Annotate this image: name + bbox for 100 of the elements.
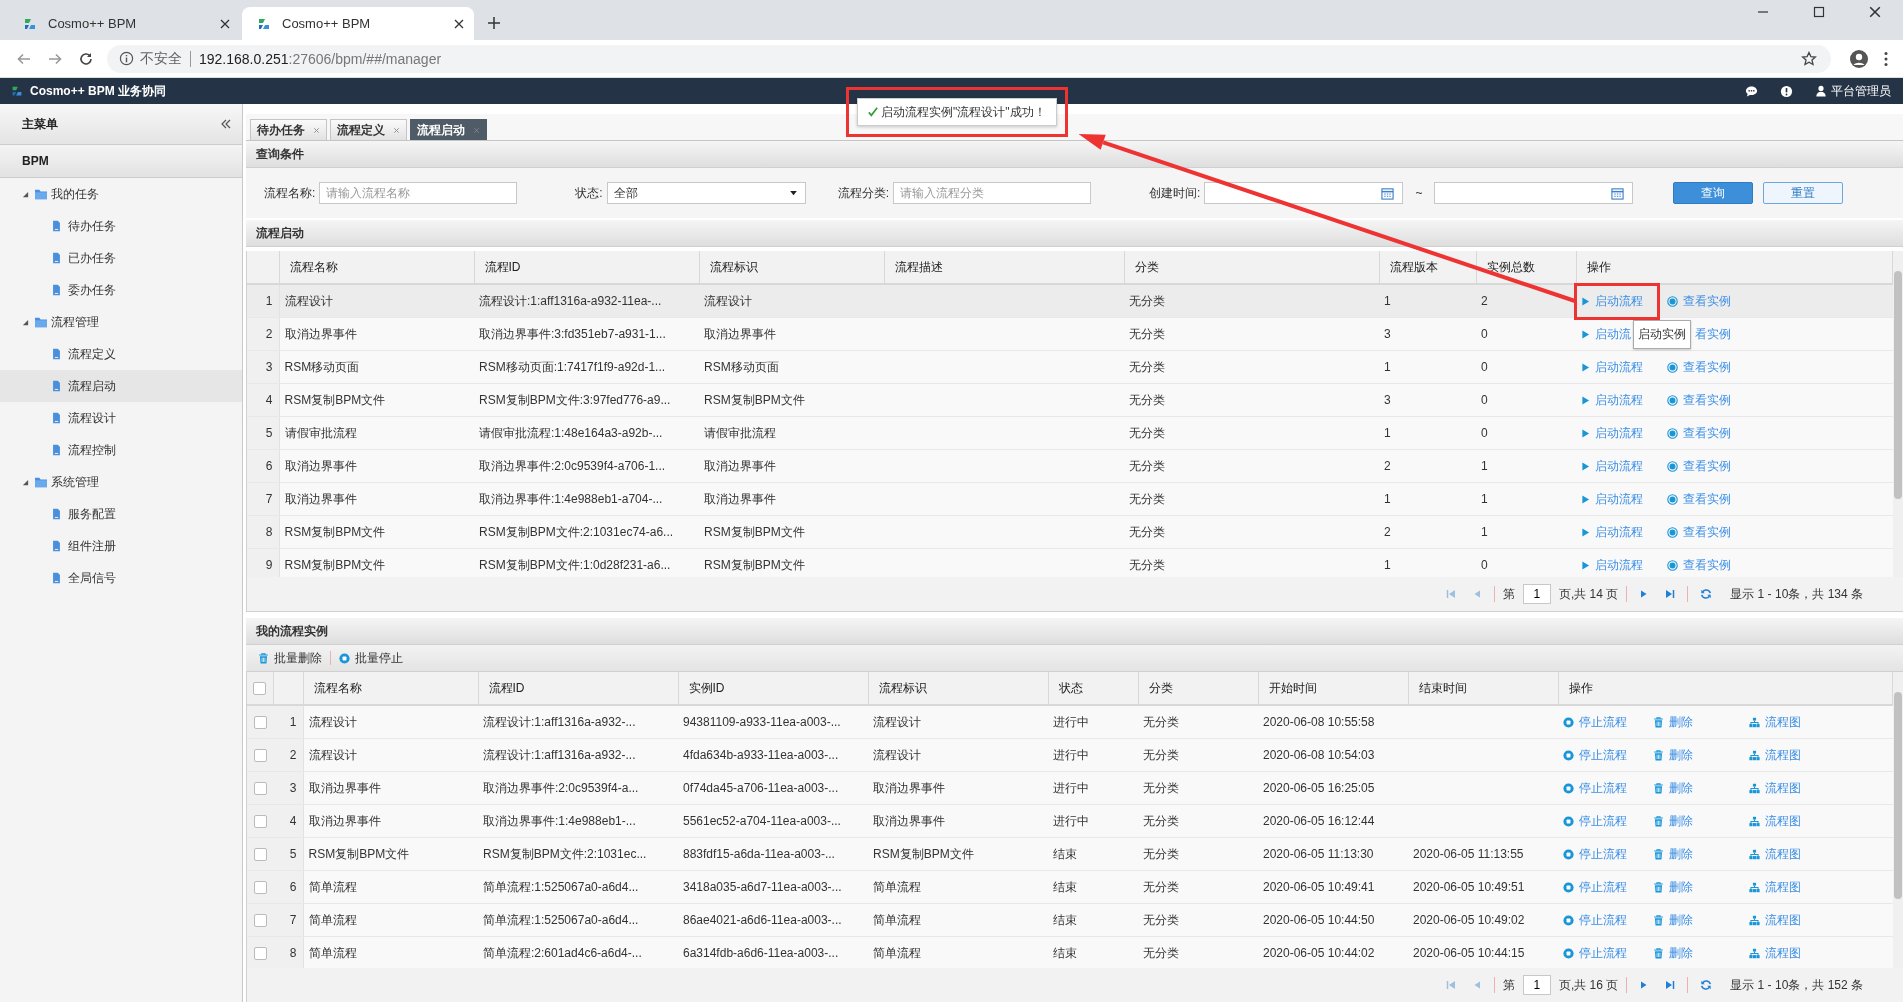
close-icon[interactable] <box>1869 6 1881 18</box>
input-field[interactable]: 请输入流程名称 <box>319 182 518 204</box>
tree-item[interactable]: 待办任务 <box>0 210 242 242</box>
checkbox[interactable] <box>253 782 267 796</box>
input-field[interactable]: 请输入流程分类 <box>893 182 1092 204</box>
column-header[interactable]: 结束时间 <box>1408 672 1558 705</box>
calendar-icon[interactable] <box>1611 186 1625 200</box>
tree-item[interactable]: 我的任务 <box>0 178 242 210</box>
document-icon <box>52 412 61 424</box>
refresh-icon[interactable] <box>1700 979 1713 991</box>
last-page-icon[interactable] <box>1665 589 1676 599</box>
diagram-icon <box>1749 914 1760 926</box>
column-header[interactable]: 流程标识 <box>699 251 884 284</box>
batch-stop-button[interactable]: 批量停止 <box>339 649 409 667</box>
tree-item[interactable]: 流程控制 <box>0 434 242 466</box>
checkbox[interactable] <box>253 848 267 862</box>
page-tab[interactable]: 流程启动 <box>410 119 487 140</box>
tree-item[interactable]: 已办任务 <box>0 242 242 274</box>
column-header[interactable]: 流程标识 <box>868 672 1048 705</box>
tree-item[interactable]: 委办任务 <box>0 274 242 306</box>
alert-icon[interactable] <box>1780 84 1793 98</box>
column-header[interactable]: 开始时间 <box>1258 672 1408 705</box>
column-header[interactable]: 流程名称 <box>303 672 478 705</box>
folder-icon <box>34 476 48 488</box>
column-header[interactable]: 流程名称 <box>279 251 474 284</box>
chat-icon[interactable] <box>1745 84 1758 98</box>
table-cell: 2020-06-08 10:55:58 <box>1258 705 1408 739</box>
tree-item[interactable]: 服务配置 <box>0 498 242 530</box>
table-cell: 简单流程 <box>868 870 1048 904</box>
checkbox[interactable] <box>253 682 267 696</box>
column-header[interactable]: 流程ID <box>474 251 699 284</box>
column-header[interactable]: 流程描述 <box>884 251 1124 284</box>
column-header[interactable]: 流程ID <box>478 672 678 705</box>
new-tab-icon[interactable] <box>488 17 500 29</box>
tree-item[interactable]: 流程启动 <box>0 370 242 402</box>
page-tab[interactable]: 流程定义 <box>330 119 407 140</box>
expand-triangle-icon[interactable] <box>22 318 29 326</box>
section-title: 查询条件 <box>246 141 1903 168</box>
user-name[interactable]: 平台管理员 <box>1831 82 1891 100</box>
caret-icon <box>789 190 797 196</box>
table-cell: 流程设计 <box>303 738 478 772</box>
last-page-icon[interactable] <box>1665 980 1676 990</box>
close-icon[interactable] <box>220 18 230 29</box>
table-cell: 简单流程 <box>303 903 478 937</box>
checkbox[interactable] <box>253 881 267 895</box>
menu-icon[interactable] <box>1884 50 1888 67</box>
tree-item[interactable]: 全局信号 <box>0 562 242 594</box>
column-header[interactable]: 分类 <box>1124 251 1379 284</box>
info-icon[interactable] <box>119 51 134 66</box>
refresh-icon[interactable] <box>1700 588 1713 600</box>
column-header[interactable]: 操作 <box>1558 672 1893 705</box>
page-field[interactable]: 1 <box>1522 584 1551 604</box>
checkbox[interactable] <box>253 815 267 829</box>
browser-tab[interactable]: Cosmo++ BPM <box>8 7 240 40</box>
table-cell: 流程设计 <box>868 705 1048 739</box>
row-number: 3 <box>273 771 303 805</box>
page-summary: 显示 1 - 10条，共 152 条 <box>1730 976 1863 994</box>
table-cell: 无分类 <box>1124 449 1379 483</box>
column-header[interactable]: 分类 <box>1138 672 1258 705</box>
view-icon <box>1667 361 1678 373</box>
tree-item[interactable]: 系统管理 <box>0 466 242 498</box>
tree-item[interactable]: 组件注册 <box>0 530 242 562</box>
close-icon[interactable] <box>454 18 464 29</box>
checkbox[interactable] <box>253 716 267 730</box>
expand-triangle-icon[interactable] <box>22 190 29 198</box>
table-cell: 2020-06-08 10:54:03 <box>1258 738 1408 772</box>
table-cell: 简单流程:2:601ad4c6-a6d4-... <box>478 936 678 968</box>
maximize-icon[interactable] <box>1813 6 1825 18</box>
checkbox[interactable] <box>253 749 267 763</box>
status-dropdown[interactable]: 全部 <box>606 182 806 204</box>
batch-delete-button[interactable]: 批量删除 <box>258 649 328 667</box>
table-cell: RSM复制BPM文件:1:0d28f231-a6... <box>474 548 699 577</box>
page-field[interactable]: 1 <box>1522 975 1551 995</box>
checkbox[interactable] <box>253 947 267 961</box>
page-tab[interactable]: 待办任务 <box>250 119 327 140</box>
reset-button[interactable]: 重置 <box>1763 182 1844 204</box>
trash-icon <box>1653 716 1664 728</box>
date-field[interactable] <box>1204 182 1404 204</box>
table-cell: 无分类 <box>1138 771 1258 805</box>
account-icon[interactable] <box>1849 48 1869 69</box>
expand-triangle-icon[interactable] <box>22 478 29 486</box>
table-cell: 0 <box>1476 548 1576 577</box>
column-header[interactable]: 状态 <box>1048 672 1138 705</box>
address-bar[interactable]: 不安全 192.168.0.251:27606/bpm/##/manager <box>107 44 1831 73</box>
calendar-icon[interactable] <box>1381 186 1395 200</box>
column-header[interactable]: 流程版本 <box>1379 251 1476 284</box>
column-header[interactable]: 实例ID <box>678 672 868 705</box>
stop-icon <box>1563 881 1574 893</box>
checkbox[interactable] <box>253 914 267 928</box>
collapse-icon[interactable] <box>220 118 232 130</box>
field-label: 状态: <box>575 184 603 202</box>
reload-icon[interactable] <box>78 50 94 67</box>
star-icon[interactable] <box>1801 50 1817 67</box>
column-header[interactable]: 操作 <box>1576 251 1893 284</box>
table-cell: 883fdf15-a6da-11ea-a003-... <box>678 837 868 871</box>
browser-tab[interactable]: Cosmo++ BPM <box>242 7 474 40</box>
tree-item[interactable]: 流程定义 <box>0 338 242 370</box>
tree-item[interactable]: 流程管理 <box>0 306 242 338</box>
date-field[interactable] <box>1434 182 1634 204</box>
tree-item[interactable]: 流程设计 <box>0 402 242 434</box>
